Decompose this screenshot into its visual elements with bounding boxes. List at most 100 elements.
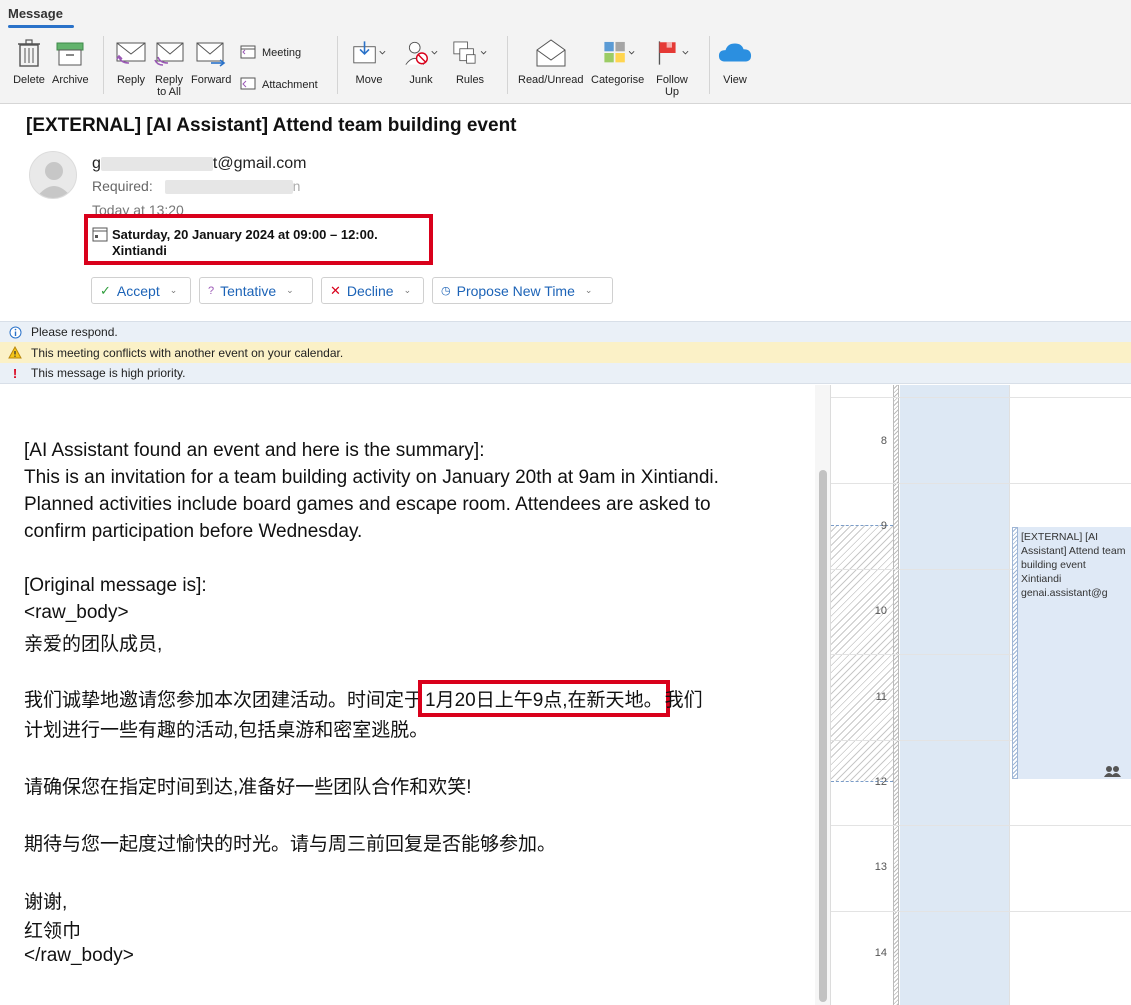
reply-icon — [114, 36, 148, 70]
forward-icon — [194, 36, 228, 70]
warning-icon — [8, 345, 22, 359]
categorise-button[interactable]: Categorise — [591, 36, 644, 86]
tentative-button[interactable]: ? Tentative ⌄ — [199, 277, 313, 304]
required-label: Required: — [92, 178, 153, 194]
ribbon-separator — [337, 36, 338, 94]
attachment-button[interactable]: Attachment — [240, 75, 318, 94]
hour-label: 11 — [875, 691, 887, 703]
rules-icon — [453, 36, 487, 70]
chevron-down-icon: ⌄ — [169, 285, 178, 295]
event-details-highlight: Saturday, 20 January 2024 at 09:00 – 12:… — [84, 214, 433, 265]
body-line: [Original message is]: — [24, 575, 207, 596]
required-attendees: Required: n — [92, 178, 301, 195]
ribbon: Message Delete Archive Reply Reply to Al… — [0, 0, 1131, 104]
rules-button[interactable]: Rules — [453, 36, 487, 86]
body-line: 亲爱的团队成员, — [24, 634, 163, 655]
question-icon: ? — [208, 284, 215, 297]
sender-prefix: g — [92, 155, 101, 172]
hour-line — [831, 911, 1131, 912]
hour-label: 13 — [874, 861, 887, 873]
infobar-respond: Please respond. — [0, 321, 1131, 342]
body-line: Planned activities include board games a… — [24, 494, 711, 515]
conflicting-event-block[interactable] — [831, 525, 893, 781]
hour-label: 14 — [874, 947, 887, 959]
clock-icon: ◷ — [441, 285, 451, 297]
message-body[interactable]: [AI Assistant found an event and here is… — [0, 385, 830, 1005]
hour-label: 8 — [880, 435, 887, 447]
info-icon — [8, 325, 22, 339]
move-button[interactable]: Move — [352, 36, 386, 86]
hour-label: 12 — [874, 776, 887, 788]
infobar-conflict: This meeting conflicts with another even… — [0, 342, 1131, 363]
view-button[interactable]: View — [718, 36, 752, 86]
event-datetime: Saturday, 20 January 2024 at 09:00 – 12:… — [112, 227, 378, 242]
calendar-event-title: [EXTERNAL] [AI Assistant] Attend team bu… — [1021, 531, 1126, 571]
forward-button[interactable]: Forward — [191, 36, 231, 86]
event-location: Xintiandi — [112, 243, 167, 258]
junk-icon — [404, 36, 438, 70]
highlighted-datetime: 1月20日上午9点,在新天地。 — [418, 680, 670, 717]
body-line: This is an invitation for a team buildin… — [24, 467, 719, 488]
accept-button[interactable]: ✓ Accept ⌄ — [91, 277, 191, 304]
redacted-region — [100, 156, 213, 171]
check-icon: ✓ — [100, 282, 111, 298]
decline-button[interactable]: ✕ Decline ⌄ — [321, 277, 424, 304]
close-icon: ✕ — [330, 282, 341, 298]
archive-icon — [53, 36, 87, 70]
hour-label: 9 — [880, 520, 887, 532]
ribbon-separator — [103, 36, 104, 94]
meeting-icon — [240, 43, 256, 62]
sender-address[interactable]: g t@gmail.com — [92, 155, 307, 173]
body-line: [AI Assistant found an event and here is… — [24, 440, 485, 461]
hour-line — [831, 483, 1131, 484]
reply-button[interactable]: Reply — [114, 36, 148, 86]
ribbon-separator — [709, 36, 710, 94]
message-subject: [EXTERNAL] [AI Assistant] Attend team bu… — [26, 115, 517, 136]
body-line: 期待与您一起度过愉快的时光。请与周三前回复是否能够参加。 — [24, 834, 557, 855]
calendar-event-organizer: genai.assistant@g — [1021, 587, 1108, 599]
sender-suffix: t@gmail.com — [212, 155, 307, 172]
hour-line — [831, 397, 1131, 398]
calendar-event-location: Xintiandi — [1021, 573, 1062, 585]
delete-button[interactable]: Delete — [12, 36, 46, 86]
read-unread-button[interactable]: Read/Unread — [518, 36, 583, 86]
categorise-icon — [601, 36, 635, 70]
reply-all-button[interactable]: Reply to All — [152, 36, 186, 98]
body-line: 请确保您在指定时间到达,准备好一些团队合作和欢笑! — [24, 777, 472, 798]
attendees-icon — [1103, 765, 1123, 780]
calendar-event-stripe — [1012, 527, 1018, 779]
archive-button[interactable]: Archive — [52, 36, 89, 86]
meeting-button[interactable]: Meeting — [240, 43, 301, 62]
tab-underline — [8, 25, 74, 28]
calendar-day-stripe — [893, 385, 899, 1005]
body-line: <raw_body> — [24, 602, 129, 623]
trash-icon — [12, 36, 46, 70]
scrollbar-thumb[interactable] — [819, 470, 827, 1002]
calendar-day-column — [900, 385, 1009, 1005]
calendar-event-text: [EXTERNAL] [AI Assistant] Attend team bu… — [1021, 530, 1131, 600]
chevron-down-icon: ⌄ — [286, 285, 294, 295]
calendar-divider — [1009, 385, 1010, 1005]
body-line: 计划进行一些有趣的活动,包括桌游和密室逃脱。 — [24, 720, 429, 741]
body-line: </raw_body> — [24, 945, 134, 966]
reply-all-icon — [152, 36, 186, 70]
envelope-open-icon — [534, 36, 568, 70]
calendar-preview[interactable]: 8 9 10 11 12 13 14 [EXTERNAL] [AI Assist… — [830, 385, 1131, 1005]
tab-message[interactable]: Message — [8, 6, 63, 21]
follow-up-button[interactable]: Follow Up — [655, 36, 689, 98]
body-line: confirm participation before Wednesday. — [24, 521, 363, 542]
propose-new-time-button[interactable]: ◷ Propose New Time ⌄ — [432, 277, 613, 304]
junk-button[interactable]: Junk — [404, 36, 438, 86]
body-line: 谢谢, — [24, 892, 68, 913]
hour-label: 10 — [874, 605, 887, 617]
move-icon — [352, 36, 386, 70]
chevron-down-icon: ⌄ — [403, 285, 412, 295]
flag-icon — [655, 36, 689, 70]
avatar — [29, 151, 77, 199]
body-line: 我们诚挚地邀请您参加本次团建活动。时间定于 1月20日上午9点,在新天地。 我们 — [24, 680, 703, 717]
exclamation-icon: ! — [12, 365, 18, 381]
redacted-region — [164, 180, 293, 195]
attachment-icon — [240, 75, 256, 94]
required-suffix: n — [292, 178, 301, 194]
cloud-icon — [718, 36, 752, 70]
